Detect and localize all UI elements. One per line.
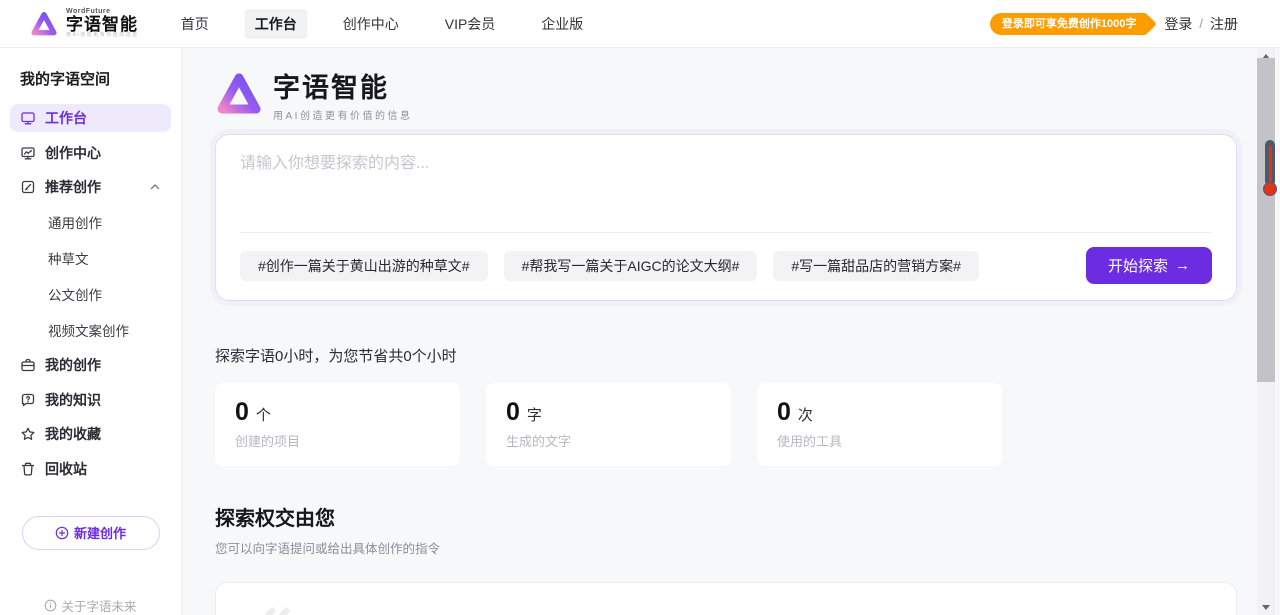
- stat-unit: 次: [798, 404, 813, 425]
- stat-value: 0: [777, 398, 791, 427]
- sidebar-item-my-works[interactable]: 我的创作: [10, 351, 171, 379]
- sidebar-subitem-general[interactable]: 通用创作: [0, 204, 181, 240]
- sidebar-item-label: 工作台: [45, 108, 87, 128]
- recommended-sub-list: 通用创作 种草文 公文创作 视频文案创作: [0, 204, 181, 348]
- stat-card-projects: 0 个 创建的项目: [215, 383, 460, 466]
- stats-summary-line: 探索字语0小时，为您节省共0个小时: [215, 345, 1237, 366]
- register-link[interactable]: 注册: [1210, 14, 1238, 34]
- suggestion-chip[interactable]: #写一篇甜品店的营销方案#: [773, 251, 979, 281]
- triangle-logo-icon: [215, 70, 263, 118]
- nav-item-vip[interactable]: VIP会员: [435, 9, 506, 39]
- page-scrollbar[interactable]: [1257, 48, 1275, 615]
- sidebar-item-my-favorites[interactable]: 我的收藏: [10, 420, 171, 448]
- new-creation-button[interactable]: 新建创作: [22, 516, 160, 550]
- hero-brand: 字语智能 用AI创造更有价值的信息: [215, 66, 1237, 122]
- stat-unit: 个: [256, 404, 271, 425]
- main-content: 字语智能 用AI创造更有价值的信息 #创作一篇关于黄山出游的种草文# #帮我写一…: [182, 48, 1280, 615]
- recommended-creation-icon: [20, 179, 36, 195]
- creation-center-icon: [20, 145, 36, 161]
- triangle-logo-icon: [30, 10, 58, 38]
- sidebar-item-label: 我的创作: [45, 355, 101, 375]
- sidebar-item-recycle-bin[interactable]: 回收站: [10, 454, 171, 482]
- sidebar: 我的字语空间 工作台 创作中心 推荐创作: [0, 48, 182, 615]
- stat-value: 0: [235, 398, 249, 427]
- search-divider: [240, 232, 1212, 233]
- stat-unit: 字: [527, 404, 542, 425]
- arrow-right-icon: →: [1175, 257, 1190, 274]
- brand-logo[interactable]: WordFuture 字语智能 用AI创造更有价值的信息: [30, 8, 139, 38]
- explore-section-subtitle: 您可以向字语提问或给出具体创作的指令: [215, 538, 1237, 557]
- start-explore-label: 开始探索: [1108, 255, 1168, 276]
- chevron-up-icon[interactable]: [149, 181, 161, 193]
- my-knowledge-icon: [20, 392, 36, 408]
- suggestion-chip[interactable]: #创作一篇关于黄山出游的种草文#: [240, 251, 488, 281]
- nav-item-creation-center[interactable]: 创作中心: [333, 9, 409, 39]
- my-favorites-icon: [20, 426, 36, 442]
- recycle-bin-icon: [20, 461, 36, 477]
- stat-card-words: 0 字 生成的文字: [486, 383, 731, 466]
- new-creation-label: 新建创作: [74, 523, 126, 542]
- sidebar-item-recommended[interactable]: 推荐创作: [10, 173, 171, 201]
- thermometer-icon: [1262, 140, 1278, 200]
- info-circle-icon: [44, 599, 57, 612]
- stat-value: 0: [506, 398, 520, 427]
- search-input[interactable]: [240, 149, 1212, 221]
- scrollbar-thumb[interactable]: [1257, 58, 1275, 382]
- top-navbar: WordFuture 字语智能 用AI创造更有价值的信息 首页 工作台 创作中心…: [0, 0, 1280, 48]
- sidebar-title: 我的字语空间: [20, 68, 181, 89]
- sidebar-item-label: 我的知识: [45, 390, 101, 410]
- sidebar-item-my-knowledge[interactable]: 我的知识: [10, 386, 171, 414]
- sidebar-subitem-video-copy[interactable]: 视频文案创作: [0, 312, 181, 348]
- login-promo-badge[interactable]: 登录即可享免费创作1000字: [990, 13, 1148, 35]
- brand-mini-tagline: 用AI创造更有价值的信息: [66, 33, 139, 38]
- sidebar-item-creation-center[interactable]: 创作中心: [10, 138, 171, 166]
- stat-label: 生成的文字: [506, 431, 711, 450]
- sidebar-subitem-seeding[interactable]: 种草文: [0, 240, 181, 276]
- plus-circle-icon: [55, 526, 69, 540]
- sidebar-item-label: 推荐创作: [45, 177, 101, 197]
- workbench-icon: [20, 110, 36, 126]
- hero-tagline: 用AI创造更有价值的信息: [273, 107, 412, 122]
- search-card: #创作一篇关于黄山出游的种草文# #帮我写一篇关于AIGC的论文大纲# #写一篇…: [215, 134, 1237, 301]
- quote-icon: “: [258, 601, 294, 615]
- nav-item-enterprise[interactable]: 企业版: [531, 9, 593, 39]
- scroll-down-arrow-icon[interactable]: [1257, 599, 1275, 615]
- sidebar-item-label: 我的收藏: [45, 424, 101, 444]
- nav-right-group: 登录即可享免费创作1000字 登录 / 注册: [990, 13, 1262, 35]
- stat-card-tools: 0 次 使用的工具: [757, 383, 1002, 466]
- hero-brand-name: 字语智能: [273, 66, 412, 105]
- about-wordfuture-link[interactable]: 关于字语未来: [44, 596, 136, 615]
- start-explore-button[interactable]: 开始探索 →: [1086, 247, 1212, 284]
- about-label: 关于字语未来: [61, 596, 136, 615]
- stat-label: 使用的工具: [777, 431, 982, 450]
- sidebar-subitem-official-doc[interactable]: 公文创作: [0, 276, 181, 312]
- sidebar-item-label: 创作中心: [45, 143, 101, 163]
- my-works-icon: [20, 357, 36, 373]
- login-link[interactable]: 登录: [1164, 14, 1192, 34]
- brand-name: 字语智能: [66, 16, 139, 34]
- auth-separator: /: [1199, 16, 1203, 31]
- suggestion-chips-row: #创作一篇关于黄山出游的种草文# #帮我写一篇关于AIGC的论文大纲# #写一篇…: [240, 247, 1212, 284]
- nav-item-workbench[interactable]: 工作台: [245, 9, 307, 39]
- stat-cards-row: 0 个 创建的项目 0 字 生成的文字 0 次 使用的工具: [215, 383, 1237, 466]
- explore-section-title: 探索权交由您: [215, 502, 1237, 531]
- suggestion-chip[interactable]: #帮我写一篇关于AIGC的论文大纲#: [504, 251, 758, 281]
- stat-label: 创建的项目: [235, 431, 440, 450]
- top-nav-items: 首页 工作台 创作中心 VIP会员 企业版: [171, 9, 594, 39]
- nav-item-home[interactable]: 首页: [171, 9, 219, 39]
- sidebar-item-workbench[interactable]: 工作台: [10, 104, 171, 132]
- example-prompts-card: “ 字语智能是什么? 嘿，帮我创作一篇北京出游攻略: [215, 582, 1237, 615]
- sidebar-item-label: 回收站: [45, 459, 87, 479]
